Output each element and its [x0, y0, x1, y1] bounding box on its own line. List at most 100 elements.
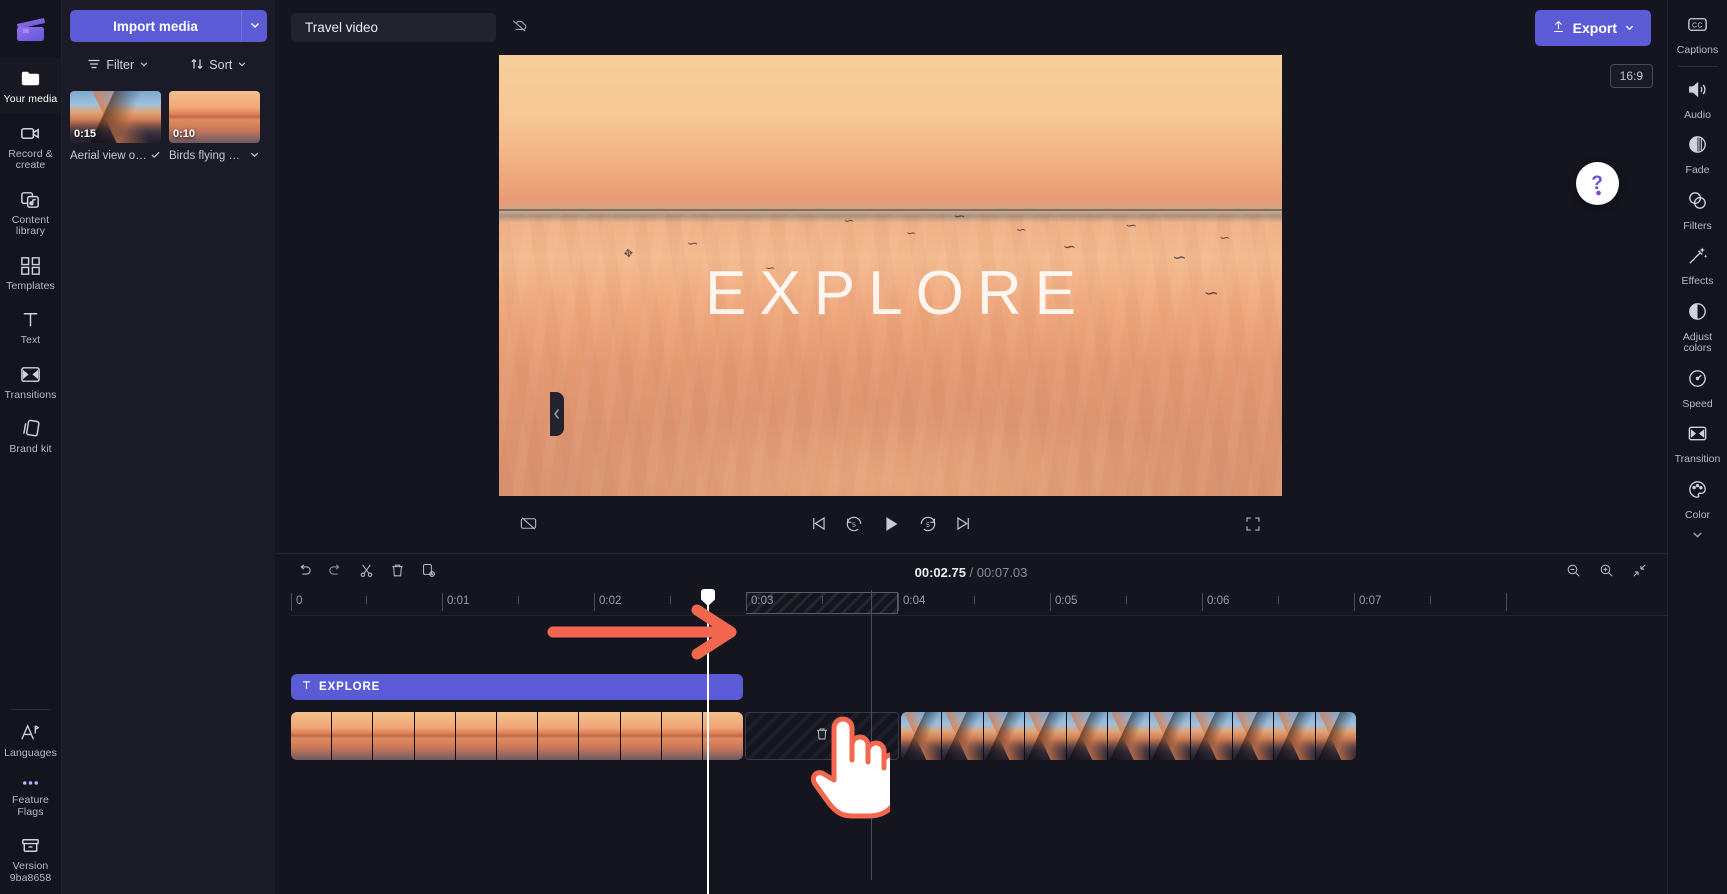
media-panel: Import media Filter Sort 0:15 Aerial vie…	[62, 0, 275, 894]
redo-button[interactable]	[320, 558, 351, 586]
scissors-icon	[358, 562, 375, 582]
duplicate-button[interactable]	[413, 558, 444, 586]
text-clip-explore[interactable]: EXPLORE	[291, 674, 743, 700]
right-rail-item-fade[interactable]: Fade	[1668, 126, 1727, 182]
right-rail-item-audio[interactable]: Audio	[1668, 71, 1727, 127]
right-rail-divider	[1677, 65, 1718, 67]
undo-button[interactable]	[289, 558, 320, 586]
delete-button[interactable]	[382, 558, 413, 586]
forward-5s-button[interactable]: 5	[910, 510, 946, 541]
aspect-ratio-badge[interactable]: 16:9	[1609, 64, 1653, 88]
bird-shape: ∽	[1219, 230, 1231, 246]
ruler-tick	[1354, 593, 1355, 611]
fullscreen-icon	[1244, 515, 1262, 536]
ruler-tick	[291, 593, 292, 611]
right-rail-item-speed[interactable]: Speed	[1668, 360, 1727, 416]
video-clip-birds[interactable]	[291, 712, 743, 760]
duplicate-icon	[420, 562, 437, 582]
svg-text:CC: CC	[1692, 22, 1703, 29]
skip-to-start-button[interactable]	[801, 510, 836, 540]
timeline-ruler[interactable]: 0 0:01 0:02 0:03 0:04 0:05 0:06	[291, 590, 1667, 616]
split-button[interactable]	[351, 558, 382, 586]
right-rail-item-transition[interactable]: Transition	[1668, 415, 1727, 471]
ruler-tick-minor	[518, 596, 519, 604]
filter-button[interactable]: Filter	[70, 51, 167, 79]
video-preview[interactable]: ✥ ∽ ∽ ∽ ∽ ∽ ∽ ∽ ∽ ∽ ∽ ∽ EXPLORE	[499, 55, 1282, 496]
sidebar-item-version[interactable]: Version 9ba8658	[0, 825, 62, 894]
media-thumbnail[interactable]: 0:15	[70, 91, 161, 143]
collapse-left-panel-button[interactable]	[550, 392, 564, 436]
sidebar-item-languages[interactable]: Languages	[0, 712, 62, 767]
right-rail-label-filters: Filters	[1683, 219, 1712, 232]
preview-horizon	[499, 209, 1282, 212]
upload-icon	[1551, 19, 1566, 37]
filters-icon	[1686, 189, 1709, 217]
right-rail-item-captions[interactable]: CC Captions	[1668, 6, 1727, 62]
media-item-1[interactable]: 0:10 Birds flying ab...	[169, 91, 260, 163]
sidebar-item-transitions[interactable]: Transitions	[0, 354, 62, 409]
rewind-5s-button[interactable]: 5	[836, 510, 872, 541]
chevron-down-icon[interactable]	[249, 149, 260, 163]
export-button[interactable]: Export	[1534, 10, 1651, 46]
right-rail-item-color[interactable]: Color	[1668, 471, 1727, 527]
timeline-selection-range[interactable]	[746, 592, 898, 614]
clip-frame	[1232, 712, 1275, 760]
sort-icon	[190, 57, 204, 74]
sidebar-item-feature-flags[interactable]: Feature Flags	[0, 766, 62, 825]
import-media-button[interactable]: Import media	[70, 10, 241, 42]
sidebar-item-text[interactable]: Text	[0, 299, 62, 354]
play-button[interactable]	[872, 509, 910, 542]
import-media-caret-button[interactable]	[241, 10, 267, 42]
ruler-label: 0:04	[903, 595, 926, 607]
svg-text:5: 5	[926, 521, 930, 528]
help-button[interactable]: ?	[1576, 162, 1619, 205]
timeline-gap-slot[interactable]	[745, 712, 899, 760]
zoom-out-button[interactable]	[1558, 558, 1589, 586]
timeline-gap-guide	[871, 590, 872, 880]
media-thumbnail[interactable]: 0:10	[169, 91, 260, 143]
right-rail-item-adjust-colors[interactable]: Adjust colors	[1668, 293, 1727, 360]
cloud-sync-button[interactable]	[504, 12, 534, 42]
check-icon[interactable]	[150, 149, 161, 163]
right-rail-item-effects[interactable]: Effects	[1668, 237, 1727, 293]
trash-icon[interactable]	[814, 726, 830, 747]
right-rail-more-button[interactable]	[1691, 528, 1704, 546]
sidebar-item-brand-kit[interactable]: Brand kit	[0, 408, 62, 463]
sort-button[interactable]: Sort	[171, 51, 268, 79]
skip-forward-icon	[954, 514, 973, 536]
right-rail-item-filters[interactable]: Filters	[1668, 182, 1727, 238]
sidebar-item-your-media[interactable]: Your media	[0, 58, 62, 113]
captions-icon: CC	[1686, 13, 1709, 41]
right-rail-label-transition: Transition	[1674, 453, 1721, 465]
clip-frame	[538, 712, 580, 760]
fit-timeline-button[interactable]	[1624, 558, 1655, 586]
clip-frame	[1066, 712, 1109, 760]
sidebar-item-templates[interactable]: Templates	[0, 245, 62, 300]
bird-shape: ∽	[843, 212, 855, 228]
ruler-tick	[1506, 593, 1507, 611]
right-rail-label-audio: Audio	[1684, 108, 1711, 121]
sidebar-item-content-library[interactable]: Content library	[0, 179, 62, 245]
speed-icon	[1686, 367, 1709, 395]
right-rail: CC Captions Audio Fade Filters Effects A…	[1667, 0, 1727, 894]
skip-to-end-button[interactable]	[946, 510, 981, 540]
timeline-tracks: EXPLORE	[291, 590, 1667, 886]
media-item-0[interactable]: 0:15 Aerial view of ...	[70, 91, 161, 163]
preview-stage: 16:9 ✥ ∽ ∽ ∽ ∽ ∽ ∽ ∽ ∽ ∽ ∽ ∽ EXPLORE 5 5…	[275, 54, 1667, 553]
sidebar-item-record-create[interactable]: Record & create	[0, 113, 62, 179]
right-rail-label-speed: Speed	[1682, 397, 1713, 410]
project-title-input[interactable]	[291, 12, 496, 42]
zoom-in-button[interactable]	[1591, 558, 1622, 586]
sidebar-label-record-create: Record & create	[8, 147, 53, 171]
captions-toggle-button[interactable]	[511, 510, 546, 540]
bird-shape: ∽	[686, 234, 699, 251]
video-clip-aerial[interactable]	[901, 712, 1356, 760]
timeline-playhead[interactable]	[701, 589, 715, 894]
templates-icon	[19, 254, 42, 277]
preview-water	[499, 213, 1282, 496]
clip-frame	[1274, 712, 1316, 760]
fullscreen-button[interactable]	[1236, 511, 1270, 540]
sidebar-label-languages: Languages	[4, 746, 57, 759]
ruler-label: 0:07	[1359, 595, 1382, 607]
ruler-tick-minor	[974, 596, 975, 604]
